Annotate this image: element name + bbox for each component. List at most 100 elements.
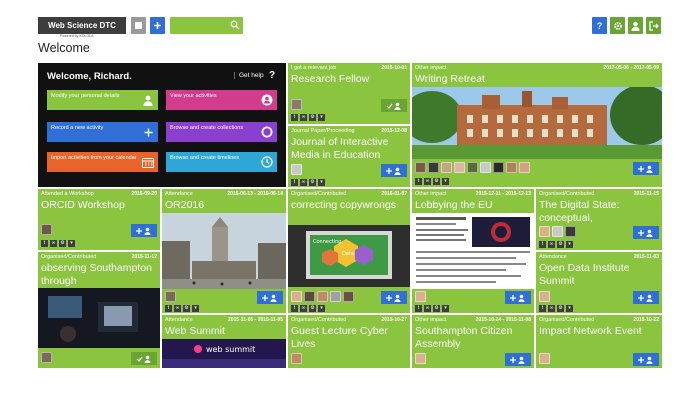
settings-icon[interactable]: ⚙ <box>433 305 440 312</box>
activity-tile[interactable]: Attendance 2016-06-13 - 2016-06-14 OR201… <box>162 189 286 313</box>
twitter-icon[interactable]: t <box>291 305 298 312</box>
chevron-down-icon[interactable]: ▾ <box>68 240 75 247</box>
avatar[interactable] <box>539 353 550 364</box>
tile-photo[interactable] <box>38 288 160 348</box>
tile-title[interactable]: Web Summit <box>165 325 283 338</box>
link-icon[interactable]: ∞ <box>300 179 307 186</box>
twitter-icon[interactable]: t <box>539 305 546 312</box>
avatar[interactable] <box>467 162 478 173</box>
avatar[interactable] <box>291 291 302 302</box>
search-icon[interactable] <box>230 20 240 30</box>
link-icon[interactable]: ∞ <box>300 305 307 312</box>
activity-tile[interactable]: Journal Paper/Proceeding 2015-12-08 Jour… <box>288 126 410 187</box>
chevron-down-icon[interactable]: ▾ <box>318 179 325 186</box>
following-button[interactable] <box>381 99 407 112</box>
tile-photo[interactable] <box>412 87 662 159</box>
avatar[interactable] <box>415 353 426 364</box>
chevron-down-icon[interactable]: ▾ <box>566 305 573 312</box>
settings-icon[interactable]: ⚙ <box>183 305 190 312</box>
avatar[interactable] <box>330 291 341 302</box>
settings-button[interactable] <box>610 17 625 34</box>
settings-icon[interactable]: ⚙ <box>309 179 316 186</box>
follow-button[interactable] <box>505 291 531 304</box>
avatar[interactable] <box>519 162 530 173</box>
avatar[interactable] <box>41 352 52 363</box>
tile-title[interactable]: OR2016 <box>165 199 283 212</box>
avatar[interactable] <box>415 162 426 173</box>
follow-button[interactable] <box>257 291 283 304</box>
activity-tile[interactable]: Other impact 2015-10-24 - 2015-11-08 Sou… <box>412 315 534 368</box>
tile-title[interactable]: The Digital State: conceptual, <box>539 199 659 224</box>
twitter-icon[interactable]: t <box>41 240 48 247</box>
tile-title[interactable]: Lobbying the EU <box>415 199 531 212</box>
activity-tile[interactable]: Organised/Contributed 2015-10-22 Impact … <box>536 315 662 368</box>
chevron-down-icon[interactable]: ▾ <box>566 241 573 248</box>
follow-button[interactable] <box>505 353 531 366</box>
record-activity-button[interactable]: Record a new activity <box>47 122 158 142</box>
tile-title[interactable]: Research Fellow <box>291 73 407 86</box>
chevron-down-icon[interactable]: ▾ <box>318 305 325 312</box>
tile-title[interactable]: ORCID Workshop <box>41 199 157 212</box>
tile-photo[interactable] <box>412 213 534 289</box>
twitter-icon[interactable]: t <box>415 178 422 185</box>
activity-tile[interactable]: Organised/Contributed 2015-11-12 observi… <box>38 252 160 368</box>
tile-title[interactable]: Journal of Interactive Media in Educatio… <box>291 136 407 161</box>
activity-tile[interactable]: I got a relevant job 2015-10-01 Research… <box>288 63 410 124</box>
avatar[interactable] <box>454 162 465 173</box>
avatar[interactable] <box>565 226 576 237</box>
link-icon[interactable]: ∞ <box>424 178 431 185</box>
avatar[interactable] <box>480 162 491 173</box>
modify-details-button[interactable]: Modify your personal details <box>47 90 158 110</box>
avatar[interactable] <box>428 162 439 173</box>
settings-icon[interactable]: ⚙ <box>433 178 440 185</box>
settings-icon[interactable]: ⚙ <box>557 305 564 312</box>
notebook-button[interactable] <box>131 17 146 34</box>
logout-button[interactable] <box>646 17 661 34</box>
search-input[interactable] <box>170 17 228 34</box>
activity-tile[interactable]: Attendance 2015-11-05 - 2015-11-05 Web S… <box>162 315 286 368</box>
settings-icon[interactable]: ⚙ <box>59 240 66 247</box>
link-icon[interactable]: ∞ <box>300 114 307 121</box>
follow-button[interactable] <box>633 353 659 366</box>
avatar[interactable] <box>441 162 452 173</box>
activity-tile[interactable]: Organised/Contributed 2015-11-15 The Dig… <box>536 189 662 250</box>
tile-title[interactable]: Southampton Citizen Assembly <box>415 325 531 350</box>
browse-timelines-button[interactable]: Browse and create timelines <box>166 152 277 172</box>
avatar[interactable] <box>539 291 550 302</box>
follow-button[interactable] <box>381 291 407 304</box>
tile-title[interactable]: Open Data Institute Summit <box>539 262 659 287</box>
twitter-icon[interactable]: t <box>165 305 172 312</box>
activity-tile[interactable]: Organised/Contributed 2016-01-07 correct… <box>288 189 410 313</box>
activity-tile[interactable]: Other impact 2015-12-11 - 2015-12-13 Lob… <box>412 189 534 313</box>
avatar[interactable] <box>291 164 302 175</box>
help-icon[interactable]: ? <box>269 70 275 81</box>
avatar[interactable] <box>506 162 517 173</box>
profile-button[interactable] <box>628 17 643 34</box>
following-button[interactable] <box>131 352 157 365</box>
avatar[interactable] <box>165 291 176 302</box>
tile-title[interactable]: Writing Retreat <box>415 73 659 86</box>
settings-icon[interactable]: ⚙ <box>557 241 564 248</box>
tile-title[interactable]: Guest Lecture Cyber Lives <box>291 325 407 350</box>
twitter-icon[interactable]: t <box>291 114 298 121</box>
tile-title[interactable]: correcting copywrongs <box>291 199 407 212</box>
follow-button[interactable] <box>131 224 157 237</box>
follow-button[interactable] <box>381 164 407 177</box>
link-icon[interactable]: ∞ <box>424 305 431 312</box>
help-button[interactable]: ? <box>592 17 607 34</box>
activity-tile[interactable]: Organised/Contributed 2015-10-27 Guest L… <box>288 315 410 368</box>
chevron-down-icon[interactable]: ▾ <box>442 305 449 312</box>
link-icon[interactable]: ∞ <box>548 305 555 312</box>
chevron-down-icon[interactable]: ▾ <box>442 178 449 185</box>
import-calendar-button[interactable]: Import activities from your calendar <box>47 152 158 172</box>
avatar[interactable] <box>552 226 563 237</box>
twitter-icon[interactable]: t <box>291 179 298 186</box>
view-activities-button[interactable]: View your activities <box>166 90 277 110</box>
browse-collections-button[interactable]: Browse and create collections <box>166 122 277 142</box>
link-icon[interactable]: ∞ <box>548 241 555 248</box>
activity-tile[interactable]: Attendance 2015-11-03 Open Data Institut… <box>536 252 662 313</box>
avatar[interactable] <box>41 224 52 235</box>
settings-icon[interactable]: ⚙ <box>309 114 316 121</box>
chevron-down-icon[interactable]: ▾ <box>192 305 199 312</box>
tile-title[interactable]: observing Southampton through <box>41 262 157 287</box>
